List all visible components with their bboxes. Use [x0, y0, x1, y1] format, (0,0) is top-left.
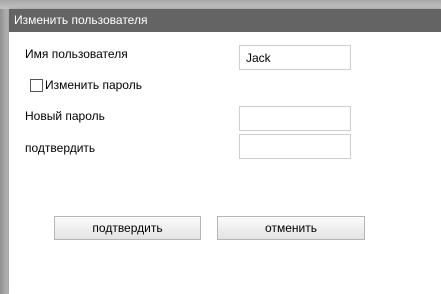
username-label: Имя пользователя [25, 47, 128, 61]
confirm-password-label: подтвердить [25, 141, 96, 155]
dialog-title: Изменить пользователя [14, 13, 148, 27]
confirm-password-field[interactable] [239, 134, 351, 159]
new-password-field[interactable] [239, 106, 351, 131]
new-password-label: Новый пароль [25, 109, 105, 123]
background-top [0, 0, 441, 9]
confirm-button[interactable]: подтвердить [54, 216, 201, 240]
username-field[interactable] [239, 45, 351, 70]
edit-user-dialog: Изменить пользователя Имя пользователя И… [9, 9, 441, 294]
change-password-checkbox[interactable] [30, 79, 43, 92]
cancel-button[interactable]: отменить [217, 216, 365, 240]
background-left [0, 0, 9, 294]
change-password-label: Изменить пароль [45, 78, 142, 92]
dialog-titlebar: Изменить пользователя [9, 9, 441, 32]
